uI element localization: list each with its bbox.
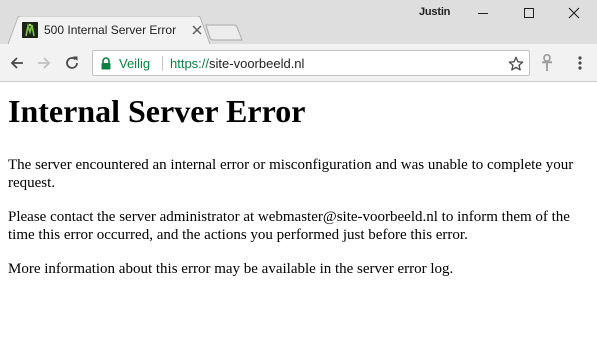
page-heading: Internal Server Error — [8, 93, 306, 129]
back-button[interactable] — [7, 53, 27, 73]
new-tab-button[interactable] — [205, 24, 243, 41]
minimize-icon — [478, 13, 488, 14]
lock-icon — [101, 57, 111, 70]
page-content: Internal Server Error The server encount… — [8, 83, 593, 278]
reload-button[interactable] — [62, 53, 82, 73]
star-icon — [508, 56, 524, 71]
arrow-right-icon — [38, 57, 51, 69]
ankh-extension-icon — [542, 54, 552, 71]
error-log-note: More information about this error may be… — [8, 261, 454, 277]
active-tab[interactable]: 500 Internal Server Error — [8, 16, 210, 44]
profile-name[interactable]: Justin — [419, 6, 450, 18]
reload-icon — [66, 56, 78, 69]
address-divider — [162, 56, 163, 71]
forward-button[interactable] — [34, 53, 54, 73]
minimize-button[interactable] — [460, 0, 506, 26]
browser-titlebar: 500 Internal Server Error Justin — [0, 0, 597, 44]
secure-label: Veilig — [119, 56, 151, 71]
site-favicon-icon — [22, 22, 38, 38]
browser-menu-button[interactable] — [570, 53, 590, 73]
more-vertical-icon — [578, 56, 582, 70]
browser-toolbar: Veilig https://site-voorbeeld.nl — [0, 44, 597, 82]
url-host: site-voorbeeld.nl — [209, 56, 305, 71]
maximize-button[interactable] — [506, 0, 552, 26]
address-bar[interactable]: Veilig https://site-voorbeeld.nl — [92, 50, 530, 76]
arrow-left-icon — [10, 57, 23, 69]
maximize-icon — [524, 8, 534, 18]
url-text[interactable]: https://site-voorbeeld.nl — [170, 56, 304, 71]
close-tab-icon[interactable] — [189, 22, 205, 38]
url-scheme: https:// — [170, 56, 210, 71]
tab-title: 500 Internal Server Error — [44, 23, 177, 37]
close-window-button[interactable] — [551, 0, 597, 26]
bookmark-star-button[interactable] — [507, 55, 525, 73]
error-description: The server encountered an internal error… — [8, 157, 574, 191]
contact-admin-text: Please contact the server administrator … — [8, 209, 570, 243]
close-icon — [568, 7, 580, 19]
extension-button[interactable] — [537, 53, 557, 73]
